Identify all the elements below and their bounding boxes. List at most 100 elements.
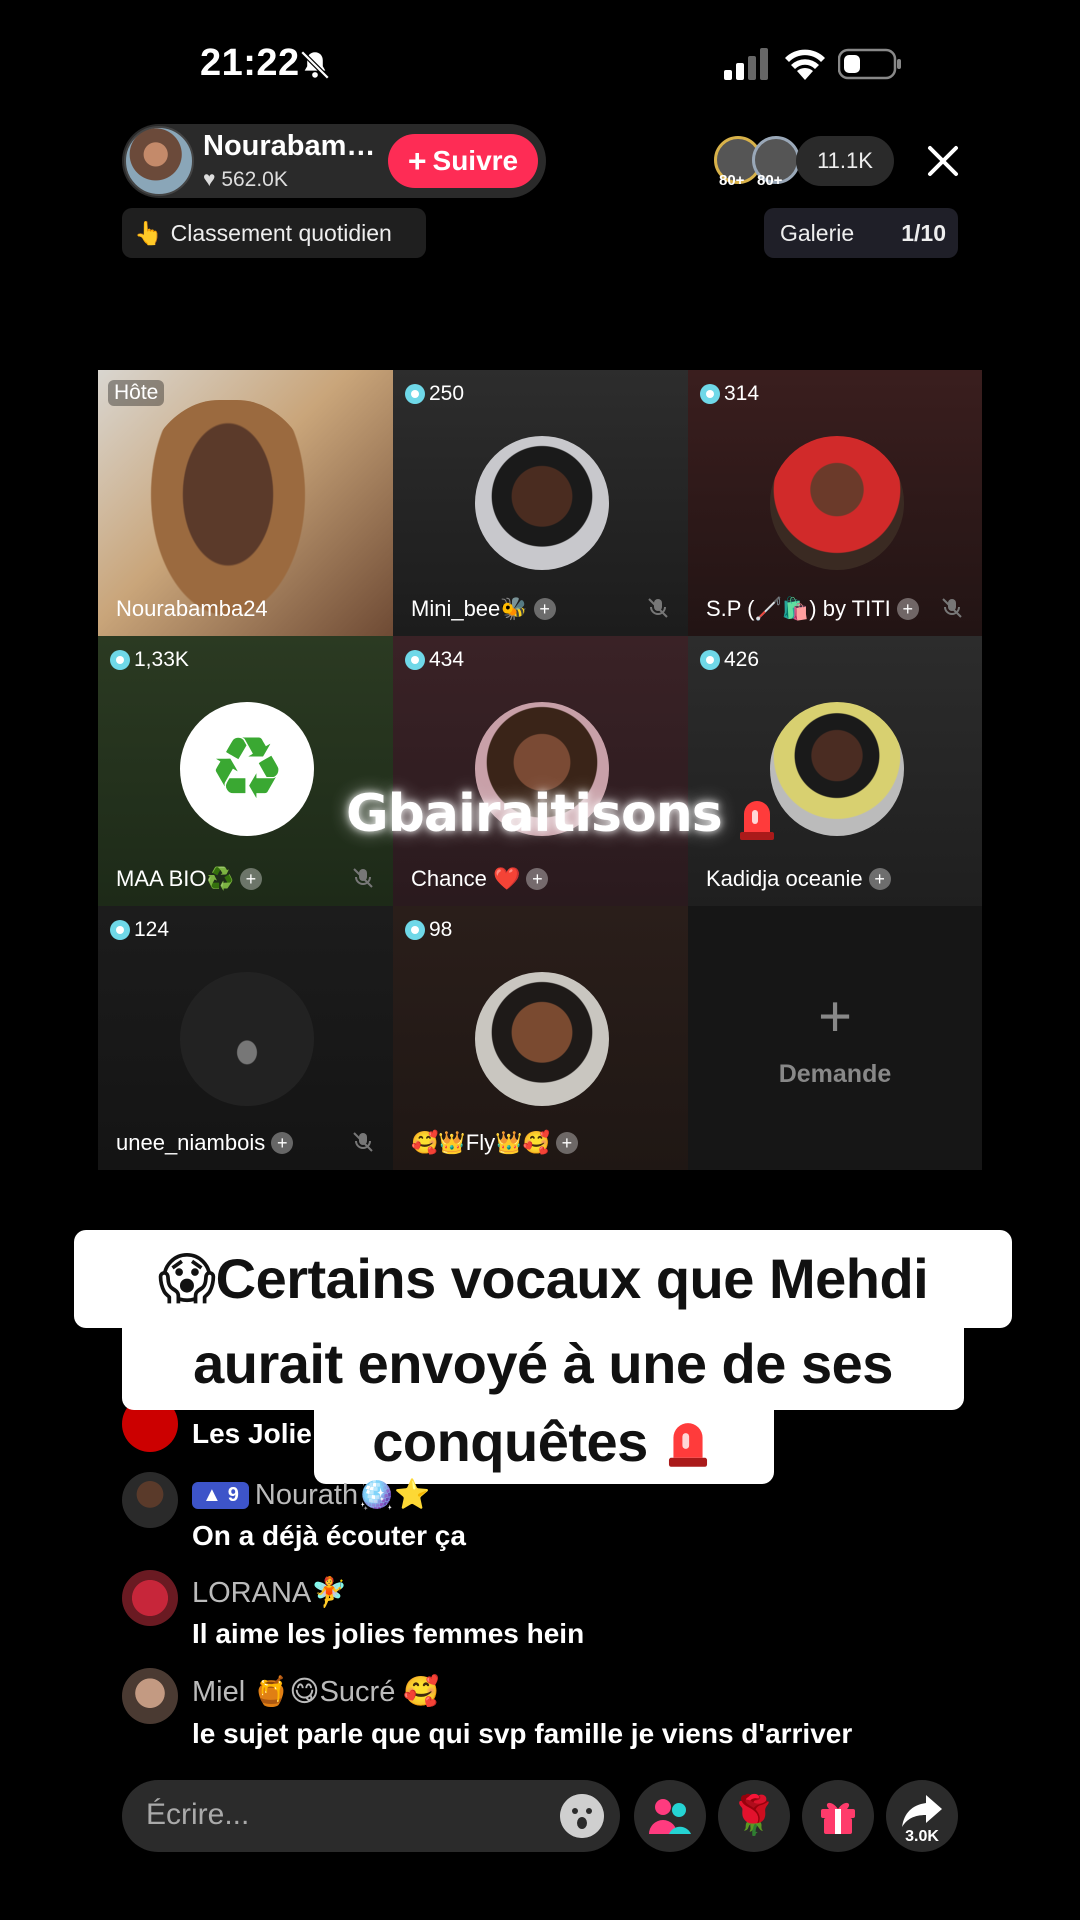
host-avatar[interactable] <box>124 126 194 196</box>
coins-value: 314 <box>724 382 760 405</box>
comment-text: On a déjà écouter ça <box>192 1520 466 1551</box>
guest-tile-host[interactable]: Hôte Nourabamba24 <box>98 370 393 636</box>
guest-avatar <box>770 702 904 836</box>
guest-coins: 434 <box>405 648 464 672</box>
request-label: Demande <box>778 1059 892 1088</box>
guest-name-text: Nourabamba24 <box>116 596 268 621</box>
comment-username[interactable]: Miel 🍯😋Sucré 🥰 <box>192 1674 440 1709</box>
status-bar: 21:22 <box>0 0 1080 130</box>
guest-avatar <box>475 972 609 1106</box>
guest-tile-5[interactable]: 434 Chance ❤️ + <box>393 636 688 906</box>
coin-icon <box>700 384 720 404</box>
guest-coins: 426 <box>700 648 759 672</box>
guest-tile-6[interactable]: 426 Kadidja oceanie + <box>688 636 982 906</box>
gallery-count: 1/10 <box>901 219 946 246</box>
plus-icon[interactable]: + <box>239 868 262 890</box>
plus-icon[interactable]: + <box>555 1132 578 1154</box>
coin-icon <box>405 920 425 940</box>
comment-user[interactable]: ▲ 9 Nourath🪩⭐ <box>192 1478 430 1512</box>
guest-tile-7[interactable]: 124 unee_niambois + <box>98 906 393 1170</box>
guest-name: Chance ❤️ + <box>411 866 549 892</box>
guests-button[interactable] <box>634 1780 706 1852</box>
mic-off-icon <box>353 868 373 888</box>
overlay-title-text: Gbairaitisons <box>346 784 723 844</box>
rose-button[interactable]: 🌹 <box>718 1780 790 1852</box>
comment-username[interactable]: LORANA🧚 <box>192 1576 347 1610</box>
plus-icon[interactable]: + <box>896 598 919 620</box>
gallery-button[interactable]: Galerie 1/10 <box>764 208 958 258</box>
guest-name: Nourabamba24 <box>116 596 268 622</box>
ranking-label: Classement quotidien <box>170 219 392 246</box>
plus-icon[interactable]: + <box>271 1132 294 1154</box>
guest-tile-4[interactable]: 1,33K ♻ MAA BIO♻️ + <box>98 636 393 906</box>
guest-name: 🥰👑Fly👑🥰 + <box>411 1130 578 1156</box>
gift-button[interactable] <box>802 1780 874 1852</box>
battery-icon <box>838 48 901 80</box>
emoji-icon[interactable] <box>560 1794 604 1838</box>
guest-tile-3[interactable]: 314 S.P (🦯🛍️) by TITI + <box>688 370 982 636</box>
guest-name: S.P (🦯🛍️) by TITI + <box>706 596 919 622</box>
caption-line-1: 😱Certains vocaux que Mehdi <box>74 1230 1012 1328</box>
viewer-count[interactable]: 11.1K <box>796 136 894 186</box>
close-icon[interactable] <box>920 138 966 184</box>
guest-name: unee_niambois + <box>116 1130 294 1156</box>
viewer-badge: 80+ <box>719 172 745 189</box>
guest-tile-2[interactable]: 250 Mini_bee🐝 + <box>393 370 688 636</box>
follow-button[interactable]: + Suivre <box>388 134 538 188</box>
level-badge: ▲ 9 <box>192 1481 249 1509</box>
top-viewer-avatar-2[interactable]: 80+ <box>752 136 800 189</box>
guest-name-text: Mini_bee🐝 <box>411 596 528 621</box>
wifi-icon <box>785 49 825 80</box>
plus-icon[interactable]: + <box>868 868 891 890</box>
gallery-label: Galerie <box>780 219 855 246</box>
daily-ranking-button[interactable]: 👆 Classement quotidien <box>122 208 426 258</box>
gift-icon <box>821 1802 855 1834</box>
plus-icon[interactable]: + <box>533 598 556 620</box>
guest-name-text: Chance ❤️ <box>411 866 521 891</box>
level-icon: ▲ <box>202 1483 222 1506</box>
comment-avatar[interactable] <box>122 1668 178 1724</box>
comment-avatar[interactable] <box>122 1570 178 1626</box>
coins-value: 98 <box>429 918 453 941</box>
guest-name-text: S.P (🦯🛍️) by TITI <box>706 596 891 621</box>
host-name[interactable]: Nourabam… <box>203 130 383 163</box>
share-count: 3.0K <box>905 1828 939 1845</box>
multi-guest-grid: Hôte Nourabamba24 250 Mini_bee🐝 + 314 S.P… <box>98 370 982 1170</box>
guest-name: Kadidja oceanie + <box>706 866 891 892</box>
guest-tile-8[interactable]: 98 🥰👑Fly👑🥰 + <box>393 906 688 1170</box>
bell-off-icon <box>300 50 330 80</box>
guest-name-text: Kadidja oceanie <box>706 866 863 891</box>
host-likes: ♥ 562.0K <box>203 168 288 192</box>
comment-item: LORANA🧚 Il aime les jolies femmes hein <box>122 1570 1022 1660</box>
coins-value: 124 <box>134 918 170 941</box>
coin-icon <box>405 650 425 670</box>
guest-avatar <box>475 436 609 570</box>
flame-icon: 👆 <box>134 219 163 246</box>
mic-off-icon <box>353 1132 373 1152</box>
comment-text: Les Jolie <box>192 1418 312 1449</box>
request-button[interactable]: + Demande <box>688 906 982 1170</box>
guest-coins: 124 <box>110 918 169 942</box>
signal-icon <box>724 48 768 80</box>
clock: 21:22 <box>200 42 300 84</box>
follow-label: Suivre <box>432 145 519 176</box>
coins-value: 250 <box>429 382 465 405</box>
plus-icon: + <box>407 143 427 179</box>
share-button[interactable]: 3.0K <box>886 1780 958 1852</box>
comment-text: Il aime les jolies femmes hein <box>192 1618 585 1649</box>
plus-icon[interactable]: + <box>526 868 549 890</box>
request-slot[interactable]: + Demande <box>688 906 982 1170</box>
comment-item: Miel 🍯😋Sucré 🥰 le sujet parle que qui sv… <box>122 1668 1022 1758</box>
comment-username: Nourath🪩⭐ <box>254 1479 431 1511</box>
guest-coins: 1,33K <box>110 648 189 672</box>
overlay-title: Gbairaitisons <box>346 784 782 844</box>
coin-icon <box>110 920 130 940</box>
comment-avatar[interactable] <box>122 1472 178 1528</box>
guest-avatar <box>180 972 314 1106</box>
coin-icon <box>700 650 720 670</box>
comment-placeholder: Écrire... <box>146 1798 250 1831</box>
comment-input[interactable]: Écrire... <box>122 1780 620 1852</box>
coins-value: 434 <box>429 648 465 671</box>
mic-off-icon <box>942 598 962 618</box>
guest-name: Mini_bee🐝 + <box>411 596 556 622</box>
